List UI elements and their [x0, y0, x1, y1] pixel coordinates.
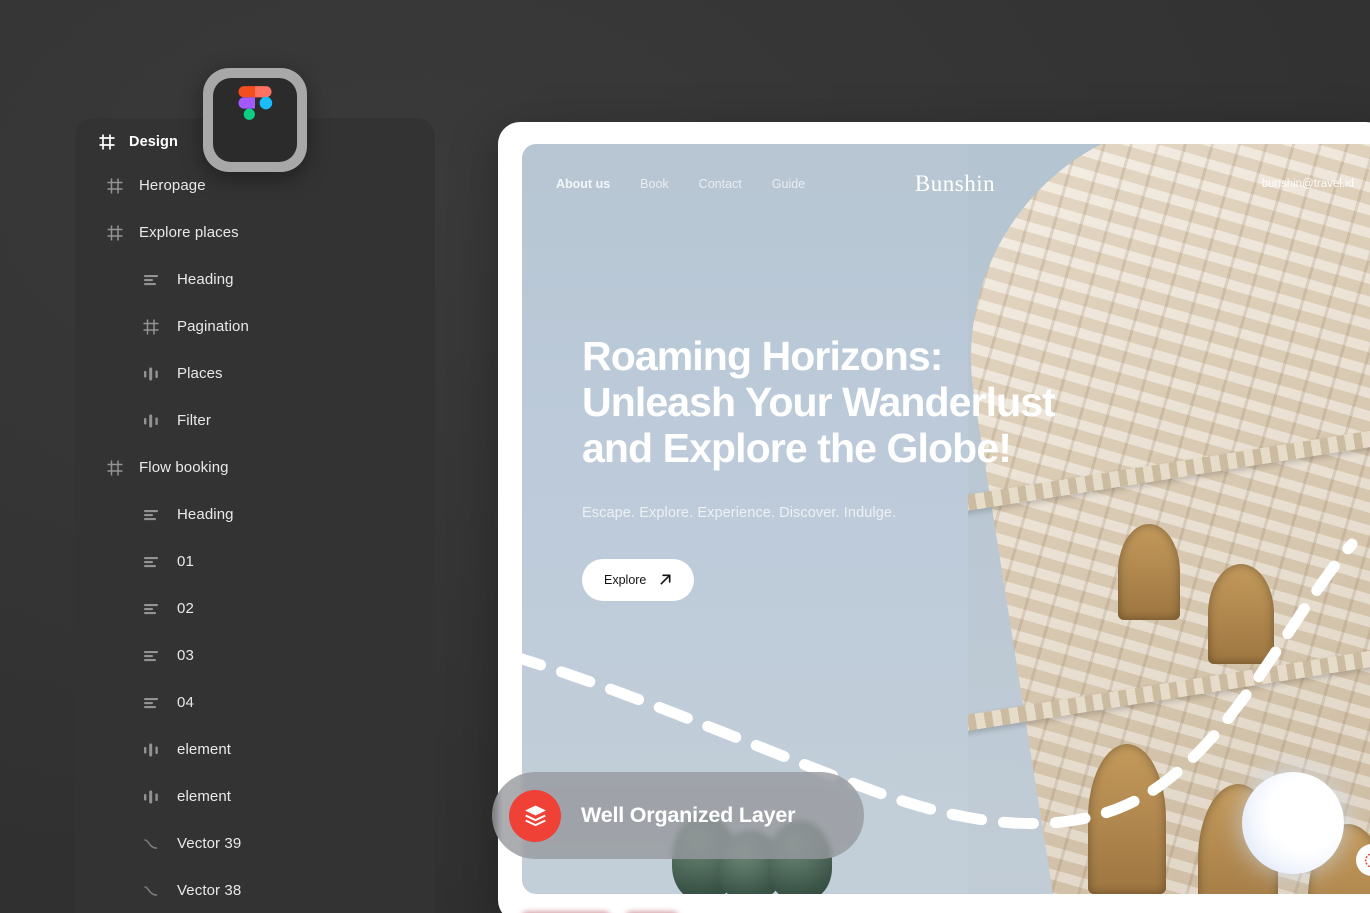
site-navbar: About us Book Contact Guide Bunshin bunshin…: [522, 144, 1370, 224]
frame-icon: [107, 460, 123, 475]
layer-row[interactable]: Vector 39: [75, 820, 435, 867]
layer-row-label: Pagination: [177, 318, 249, 335]
arrow-up-right-icon: [660, 574, 671, 585]
layer-row-label: Heropage: [139, 177, 206, 194]
brand-logo[interactable]: Bunshin: [915, 171, 995, 197]
layer-row[interactable]: Filter: [75, 397, 435, 444]
text-icon: [144, 603, 158, 614]
frame-icon: [143, 319, 159, 334]
nav-links: About us Book Contact Guide: [556, 177, 805, 191]
layer-row-label: 04: [177, 694, 194, 711]
layer-list: Heropage Explore places Heading Pagination P…: [75, 162, 435, 913]
layer-row[interactable]: 04: [75, 679, 435, 726]
layers-stack-icon: [524, 805, 546, 827]
layer-row-label: 01: [177, 553, 194, 570]
layer-row-label: Explore places: [139, 224, 239, 241]
text-icon: [144, 650, 158, 661]
layer-row-label: Filter: [177, 412, 211, 429]
text-icon: [144, 697, 158, 708]
photo-arch: [1088, 744, 1166, 894]
component-icon: [144, 414, 158, 427]
layer-row[interactable]: element: [75, 726, 435, 773]
figma-layers-panel: Design Heropage Explore places Heading Pagi…: [75, 118, 435, 913]
hero-title-line-1: Roaming Horizons:: [582, 333, 943, 379]
layer-row-label: 02: [177, 600, 194, 617]
layer-row[interactable]: Heading: [75, 256, 435, 303]
layer-row-label: element: [177, 741, 232, 758]
nav-link-about-us[interactable]: About us: [556, 177, 610, 191]
photo-arch: [1118, 524, 1180, 620]
layer-row[interactable]: Pagination: [75, 303, 435, 350]
layer-row[interactable]: Flow booking: [75, 444, 435, 491]
layers-panel-title: Design: [129, 134, 178, 150]
glow-orb-decoration: [1242, 772, 1344, 874]
nav-email[interactable]: bunshin@travel.id: [1262, 178, 1354, 190]
badge-icon-circle: [509, 789, 561, 842]
hero-copy: Roaming Horizons: Unleash Your Wanderlus…: [582, 333, 1056, 601]
explore-button-label: Explore: [604, 572, 647, 587]
hero-title: Roaming Horizons: Unleash Your Wanderlus…: [582, 333, 1056, 472]
component-icon: [144, 790, 158, 803]
component-icon: [144, 743, 158, 756]
component-icon: [144, 367, 158, 380]
text-icon: [144, 556, 158, 567]
vector-icon: [144, 885, 158, 896]
hero-title-line-2: Unleash Your Wanderlust: [582, 378, 1056, 425]
vector-icon: [144, 838, 158, 849]
layer-row-label: Vector 39: [177, 835, 242, 852]
figma-app-icon[interactable]: [203, 68, 307, 172]
text-icon: [144, 509, 158, 520]
nav-link-book[interactable]: Book: [640, 177, 669, 191]
layer-row[interactable]: element: [75, 773, 435, 820]
layer-row-label: Vector 38: [177, 882, 242, 899]
layer-row-label: 03: [177, 647, 194, 664]
layer-row-label: Heading: [177, 271, 234, 288]
frame-icon: [107, 225, 123, 240]
layer-row[interactable]: 01: [75, 538, 435, 585]
layer-row-label: element: [177, 788, 232, 805]
figma-app-icon-inner: [213, 78, 297, 162]
nav-link-contact[interactable]: Contact: [699, 177, 742, 191]
explore-button[interactable]: Explore: [582, 558, 695, 601]
frame-icon: [99, 134, 115, 150]
layer-row[interactable]: Places: [75, 350, 435, 397]
layer-row-label: Flow booking: [139, 459, 229, 476]
layer-row[interactable]: Heading: [75, 491, 435, 538]
hero-subtitle: Escape. Explore. Experience. Discover. I…: [582, 504, 897, 521]
hero-title-line-3: and Explore the Globe!: [582, 424, 1012, 471]
layer-row[interactable]: Explore places: [75, 209, 435, 256]
layer-row-label: Heading: [177, 506, 234, 523]
figma-logo-icon: [238, 86, 273, 120]
layer-row[interactable]: 02: [75, 585, 435, 632]
layer-row[interactable]: 03: [75, 632, 435, 679]
badge-label: Well Organized Layer: [581, 803, 796, 827]
location-pin-icon: [1364, 852, 1370, 868]
photo-arch: [1208, 564, 1274, 664]
frame-icon: [107, 178, 123, 193]
layer-row[interactable]: Vector 38: [75, 867, 435, 913]
text-icon: [144, 274, 158, 285]
nav-link-guide[interactable]: Guide: [772, 177, 805, 191]
well-organized-layer-badge[interactable]: Well Organized Layer: [492, 772, 864, 859]
layer-row-label: Places: [177, 365, 223, 382]
